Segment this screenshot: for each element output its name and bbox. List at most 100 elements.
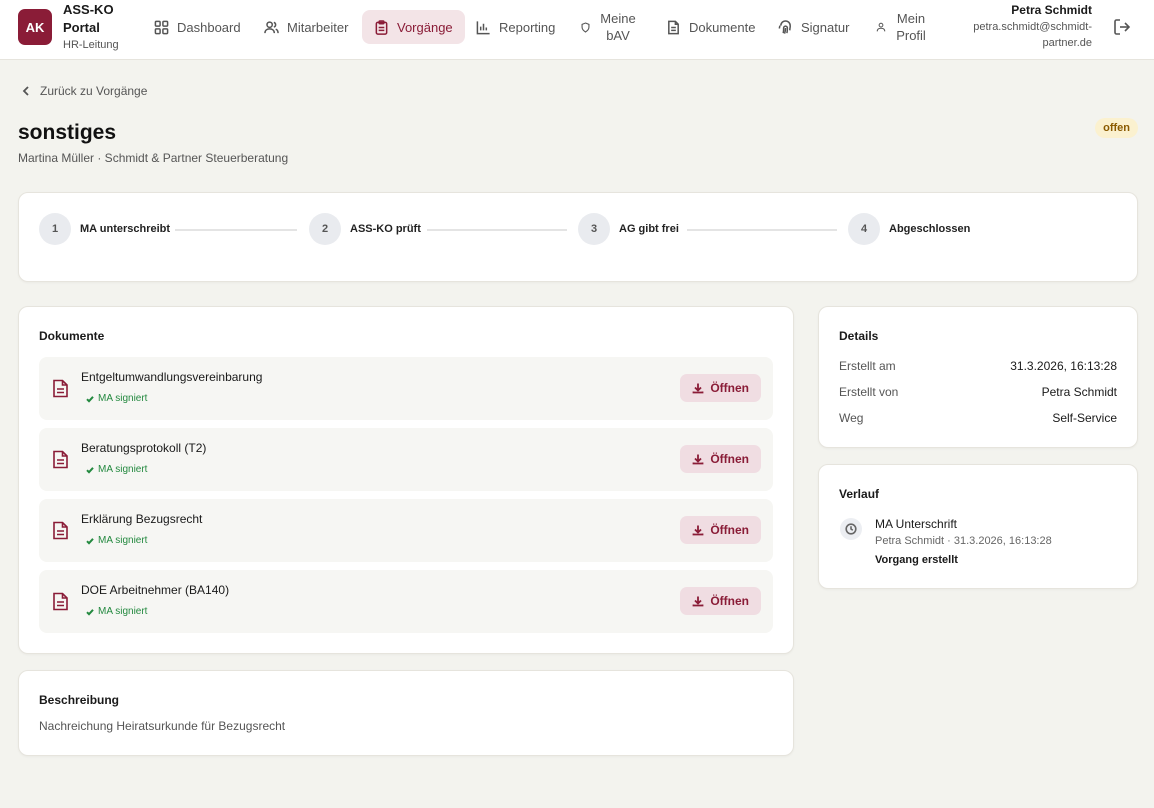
check-icon (86, 466, 94, 474)
detail-row-channel: Weg Self-Service (839, 411, 1117, 425)
description-text: Nachreichung Heiratsurkunde für Bezugsre… (39, 719, 286, 733)
nav-mein-profil[interactable]: Mein Profil (864, 10, 940, 44)
fingerprint-icon (778, 19, 791, 34)
check-icon (86, 537, 94, 545)
open-button-label: Öffnen (710, 452, 749, 466)
nav-vorgaenge-label: Vorgänge (397, 19, 453, 35)
chevron-left-icon (22, 86, 29, 96)
user-email: petra.schmidt@schmidt-partner.de (973, 21, 1092, 49)
step-2: 2 ASS-KO prüft (309, 213, 421, 245)
brand-block: ASS-KO Portal HR-Leitung (63, 1, 123, 52)
step-connector (687, 229, 837, 231)
detail-value: Petra Schmidt (1041, 385, 1117, 399)
step-number: 4 (848, 213, 880, 245)
check-icon (86, 608, 94, 616)
document-icon (52, 450, 69, 469)
bar-chart-icon (476, 20, 490, 34)
step-4: 4 Abgeschlossen (848, 213, 970, 245)
step-label: MA unterschreibt (80, 223, 171, 235)
detail-value: Self-Service (1052, 411, 1117, 425)
grid-icon (154, 20, 169, 34)
step-label: AG gibt frei (619, 223, 679, 235)
detail-row-created-by: Erstellt von Petra Schmidt (839, 385, 1117, 399)
description-title: Beschreibung (39, 693, 120, 707)
history-entry-meta: Petra Schmidt · 31.3.2026, 16:13:28 (875, 535, 1052, 547)
detail-key: Erstellt von (839, 385, 899, 399)
user-info: Petra Schmidt petra.schmidt@schmidt-part… (967, 2, 1092, 51)
description-card: Beschreibung Nachreichung Heiratsurkunde… (18, 670, 794, 756)
nav-meine-bav[interactable]: Meine bAV (568, 10, 649, 44)
logout-button[interactable] (1112, 17, 1132, 37)
step-connector (175, 229, 297, 231)
document-row: Entgeltumwandlungsvereinbarung MA signie… (39, 357, 773, 420)
users-icon (264, 20, 279, 33)
nav-mitarbeiter-label: Mitarbeiter (287, 19, 349, 35)
nav-signatur[interactable]: Signatur (766, 10, 861, 44)
page-title: sonstiges (18, 121, 117, 144)
step-connector (427, 229, 567, 231)
open-document-button[interactable]: Öffnen (680, 374, 761, 402)
user-name: Petra Schmidt (1011, 3, 1092, 17)
document-row: Beratungsprotokoll (T2) MA signiert Öffn… (39, 428, 773, 491)
document-name: Beratungsprotokoll (T2) (81, 441, 207, 455)
document-status-label: MA signiert (98, 535, 148, 546)
history-title: Verlauf (839, 487, 880, 501)
open-document-button[interactable]: Öffnen (680, 587, 761, 615)
document-name: DOE Arbeitnehmer (BA140) (81, 583, 230, 597)
app-name: ASS-KO Portal (63, 2, 114, 35)
detail-key: Weg (839, 411, 864, 425)
open-document-button[interactable]: Öffnen (680, 445, 761, 473)
document-name: Erklärung Bezugsrecht (81, 512, 203, 526)
document-row: DOE Arbeitnehmer (BA140) MA signiert Öff… (39, 570, 773, 633)
nav-dokumente-label: Dokumente (689, 19, 756, 35)
detail-value: 31.3.2026, 16:13:28 (1010, 359, 1117, 373)
open-button-label: Öffnen (710, 523, 749, 537)
history-entry-title: MA Unterschrift (875, 517, 958, 531)
document-status-label: MA signiert (98, 393, 148, 404)
documents-card: Dokumente Entgeltumwandlungsvereinbarung… (18, 306, 794, 654)
detail-row-created-at: Erstellt am 31.3.2026, 16:13:28 (839, 359, 1117, 373)
nav-dokumente[interactable]: Dokumente (654, 10, 767, 44)
shield-icon (581, 21, 590, 33)
step-label: ASS-KO prüft (350, 223, 421, 235)
nav-dashboard-label: Dashboard (177, 19, 241, 35)
document-status: MA signiert (86, 464, 147, 475)
open-button-label: Öffnen (710, 381, 749, 395)
app-logo[interactable]: AK (18, 9, 52, 45)
document-row: Erklärung Bezugsrecht MA signiert Öffnen (39, 499, 773, 562)
document-status: MA signiert (86, 535, 147, 546)
document-icon (52, 592, 69, 611)
nav-reporting-label: Reporting (499, 19, 556, 35)
document-name: Entgeltumwandlungsvereinbarung (81, 370, 263, 384)
top-navigation-bar: AK ASS-KO Portal HR-Leitung Dashboard Mi… (0, 0, 1154, 60)
clock-icon (840, 518, 862, 540)
step-number: 2 (309, 213, 341, 245)
download-icon (692, 596, 704, 607)
user-icon (876, 22, 886, 32)
status-badge: offen (1095, 118, 1138, 138)
nav-mein-profil-label: Mein Profil (896, 11, 926, 43)
clipboard-icon (375, 19, 388, 35)
documents-title: Dokumente (39, 329, 105, 343)
open-document-button[interactable]: Öffnen (680, 516, 761, 544)
page-subtitle: Martina Müller · Schmidt & Partner Steue… (18, 151, 289, 165)
nav-vorgaenge[interactable]: Vorgänge (362, 10, 465, 44)
download-icon (692, 525, 704, 536)
step-number: 1 (39, 213, 71, 245)
logout-icon (1114, 19, 1131, 35)
document-icon (668, 20, 679, 34)
nav-reporting[interactable]: Reporting (464, 10, 567, 44)
back-link-label: Zurück zu Vorgänge (40, 84, 148, 98)
download-icon (692, 454, 704, 465)
back-link[interactable]: Zurück zu Vorgänge (20, 84, 147, 98)
document-icon (52, 379, 69, 398)
history-entry-note: Vorgang erstellt (875, 554, 958, 566)
step-label: Abgeschlossen (889, 223, 971, 235)
document-status: MA signiert (86, 606, 147, 617)
step-3: 3 AG gibt frei (578, 213, 679, 245)
details-card: Details Erstellt am 31.3.2026, 16:13:28 … (818, 306, 1138, 448)
open-button-label: Öffnen (710, 594, 749, 608)
nav-dashboard[interactable]: Dashboard (142, 10, 253, 44)
nav-mitarbeiter[interactable]: Mitarbeiter (252, 10, 360, 44)
history-card: Verlauf MA Unterschrift Petra Schmidt · … (818, 464, 1138, 589)
